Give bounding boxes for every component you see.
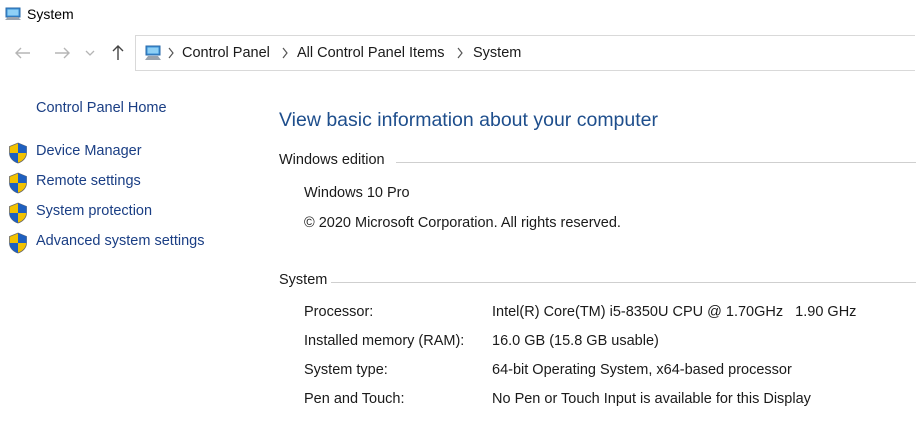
uac-shield-icon xyxy=(9,202,27,224)
control-panel-home-link[interactable]: Control Panel Home xyxy=(36,100,167,116)
system-monitor-icon xyxy=(5,7,21,20)
pen-touch-label: Pen and Touch: xyxy=(304,391,405,407)
chevron-right-icon[interactable] xyxy=(456,47,464,59)
system-type-label: System type: xyxy=(304,362,388,378)
processor-value: Intel(R) Core(TM) i5-8350U CPU @ 1.70GHz… xyxy=(492,304,857,320)
task-label: Device Manager xyxy=(36,143,142,159)
forward-arrow-icon xyxy=(55,47,70,59)
system-heading: System xyxy=(279,272,328,288)
recent-locations-button[interactable] xyxy=(83,42,97,64)
breadcrumb-control-panel[interactable]: Control Panel xyxy=(182,45,270,61)
chevron-right-icon[interactable] xyxy=(167,47,175,59)
page-title: View basic information about your comput… xyxy=(279,109,659,131)
section-divider xyxy=(396,162,916,163)
processor-label: Processor: xyxy=(304,304,374,320)
edition-name: Windows 10 Pro xyxy=(304,185,410,201)
address-bar[interactable]: Control Panel All Control Panel Items Sy… xyxy=(135,35,915,71)
uac-shield-icon xyxy=(9,142,27,164)
up-arrow-icon xyxy=(112,45,124,60)
task-label: Remote settings xyxy=(36,173,141,189)
system-type-value: 64-bit Operating System, x64-based proce… xyxy=(492,362,792,378)
window-title: System xyxy=(27,6,74,22)
back-button[interactable] xyxy=(13,42,33,64)
copyright-text: © 2020 Microsoft Corporation. All rights… xyxy=(304,215,621,231)
uac-shield-icon xyxy=(9,232,27,254)
pen-touch-value: No Pen or Touch Input is available for t… xyxy=(492,391,811,407)
forward-button[interactable] xyxy=(52,42,72,64)
uac-shield-icon xyxy=(9,172,27,194)
task-label: Advanced system settings xyxy=(36,233,205,249)
chevron-right-icon[interactable] xyxy=(281,47,289,59)
chevron-down-icon xyxy=(85,50,95,56)
up-button[interactable] xyxy=(108,42,128,64)
windows-edition-heading: Windows edition xyxy=(279,152,385,168)
task-label: System protection xyxy=(36,203,153,219)
section-divider xyxy=(331,282,916,283)
breadcrumb-all-items[interactable]: All Control Panel Items xyxy=(297,45,444,61)
memory-label: Installed memory (RAM): xyxy=(304,333,465,349)
back-arrow-icon xyxy=(15,47,30,59)
breadcrumb-system[interactable]: System xyxy=(473,45,521,61)
title-bar: System xyxy=(0,0,916,30)
system-monitor-icon xyxy=(145,45,161,60)
memory-value: 16.0 GB (15.8 GB usable) xyxy=(492,333,659,349)
